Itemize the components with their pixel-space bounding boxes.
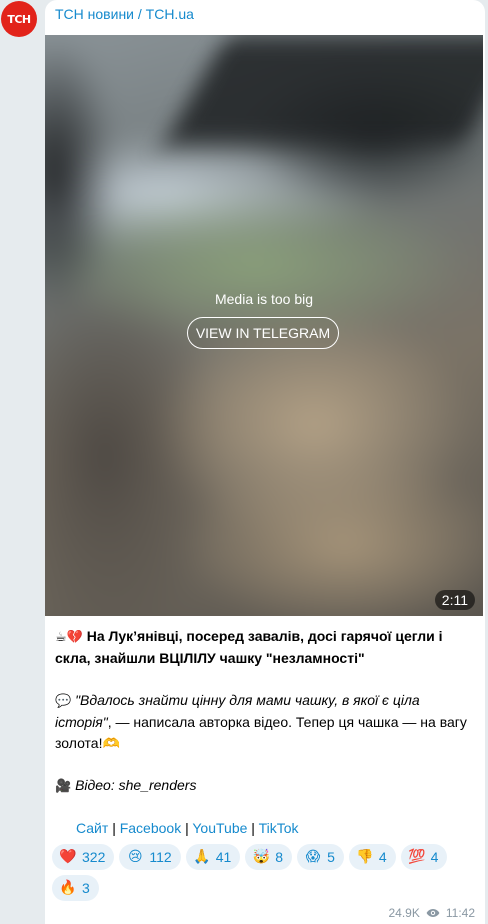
speech-bubble-icon: 💬 bbox=[55, 694, 72, 709]
reaction-count: 4 bbox=[378, 849, 387, 865]
screaming-face-icon: 😱 bbox=[305, 849, 321, 865]
quote-rest-text: , — написала авторка відео. Тепер ця чаш… bbox=[55, 714, 467, 751]
link-separator: | bbox=[251, 820, 255, 836]
reactions-bar: ❤️ 322 😢 112 🙏 41 🤯 8 😱 5 👎 4 💯 4 🔥 3 bbox=[52, 844, 482, 901]
channel-avatar[interactable]: TCH bbox=[1, 1, 37, 37]
hundred-points-icon: 💯 bbox=[407, 849, 426, 865]
reaction-pray[interactable]: 🙏 41 bbox=[185, 844, 241, 870]
avatar-text: TCH bbox=[7, 12, 31, 26]
reaction-count: 41 bbox=[215, 849, 232, 865]
post-links: Сайт | Facebook | YouTube | TikTok bbox=[55, 818, 475, 839]
video-duration-badge: 2:11 bbox=[434, 590, 475, 610]
channel-name[interactable]: ТСН новини / TCH.ua bbox=[55, 6, 194, 22]
folded-hands-icon: 🙏 bbox=[192, 849, 211, 865]
reaction-count: 5 bbox=[327, 849, 335, 865]
link-tiktok[interactable]: TikTok bbox=[259, 820, 299, 836]
eye-icon bbox=[426, 909, 440, 917]
movie-camera-icon: 🎥 bbox=[55, 779, 72, 794]
coffee-broken-heart-icon: ☕💔 bbox=[55, 630, 83, 645]
reaction-count: 4 bbox=[430, 849, 439, 865]
message-time: 11:42 bbox=[445, 906, 475, 920]
thumbs-down-icon: 👎 bbox=[356, 849, 374, 865]
video-credit-text: Відео: she_renders bbox=[75, 777, 197, 793]
message-footer: 24.9K 11:42 bbox=[389, 906, 476, 920]
post-quote: 💬 "Вдалось знайти цінну для мами чашку, … bbox=[55, 690, 475, 754]
message-bubble: ТСН новини / TCH.ua Media is too big VIE… bbox=[45, 0, 485, 924]
reaction-count: 8 bbox=[275, 849, 284, 865]
reaction-hundred[interactable]: 💯 4 bbox=[400, 844, 448, 870]
reaction-scream[interactable]: 😱 5 bbox=[297, 844, 344, 870]
reaction-fire[interactable]: 🔥 3 bbox=[52, 875, 99, 901]
red-heart-icon: ❤️ bbox=[59, 849, 77, 865]
post-text: ☕💔 На Лук’янівці, посеред завалів, досі … bbox=[55, 626, 475, 839]
crying-face-icon: 😢 bbox=[128, 849, 143, 865]
reaction-heart[interactable]: ❤️ 322 bbox=[52, 844, 115, 870]
reaction-mind-blown[interactable]: 🤯 8 bbox=[245, 844, 293, 870]
link-facebook[interactable]: Facebook bbox=[120, 820, 181, 836]
reaction-crying[interactable]: 😢 112 bbox=[119, 844, 181, 870]
view-in-telegram-button[interactable]: VIEW IN TELEGRAM bbox=[187, 317, 339, 349]
link-youtube[interactable]: YouTube bbox=[192, 820, 247, 836]
views-count: 24.9K bbox=[388, 906, 420, 920]
fire-icon: 🔥 bbox=[59, 880, 77, 896]
exploding-head-icon: 🤯 bbox=[252, 849, 270, 865]
media-preview[interactable]: Media is too big VIEW IN TELEGRAM 2:11 bbox=[45, 35, 483, 616]
link-site[interactable]: Сайт bbox=[76, 820, 108, 836]
post-video-credit: 🎥 Відео: she_renders bbox=[55, 775, 475, 797]
headline-text: На Лук’янівці, посеред завалів, досі гар… bbox=[55, 628, 443, 666]
link-separator: | bbox=[112, 820, 116, 836]
post-headline: ☕💔 На Лук’янівці, посеред завалів, досі … bbox=[55, 626, 475, 669]
reaction-count: 3 bbox=[82, 880, 90, 896]
link-separator: | bbox=[185, 820, 189, 836]
reaction-count: 112 bbox=[149, 849, 172, 865]
reaction-count: 322 bbox=[82, 849, 106, 865]
reaction-thumbs-down[interactable]: 👎 4 bbox=[348, 844, 396, 870]
media-too-big-message: Media is too big bbox=[214, 291, 314, 307]
